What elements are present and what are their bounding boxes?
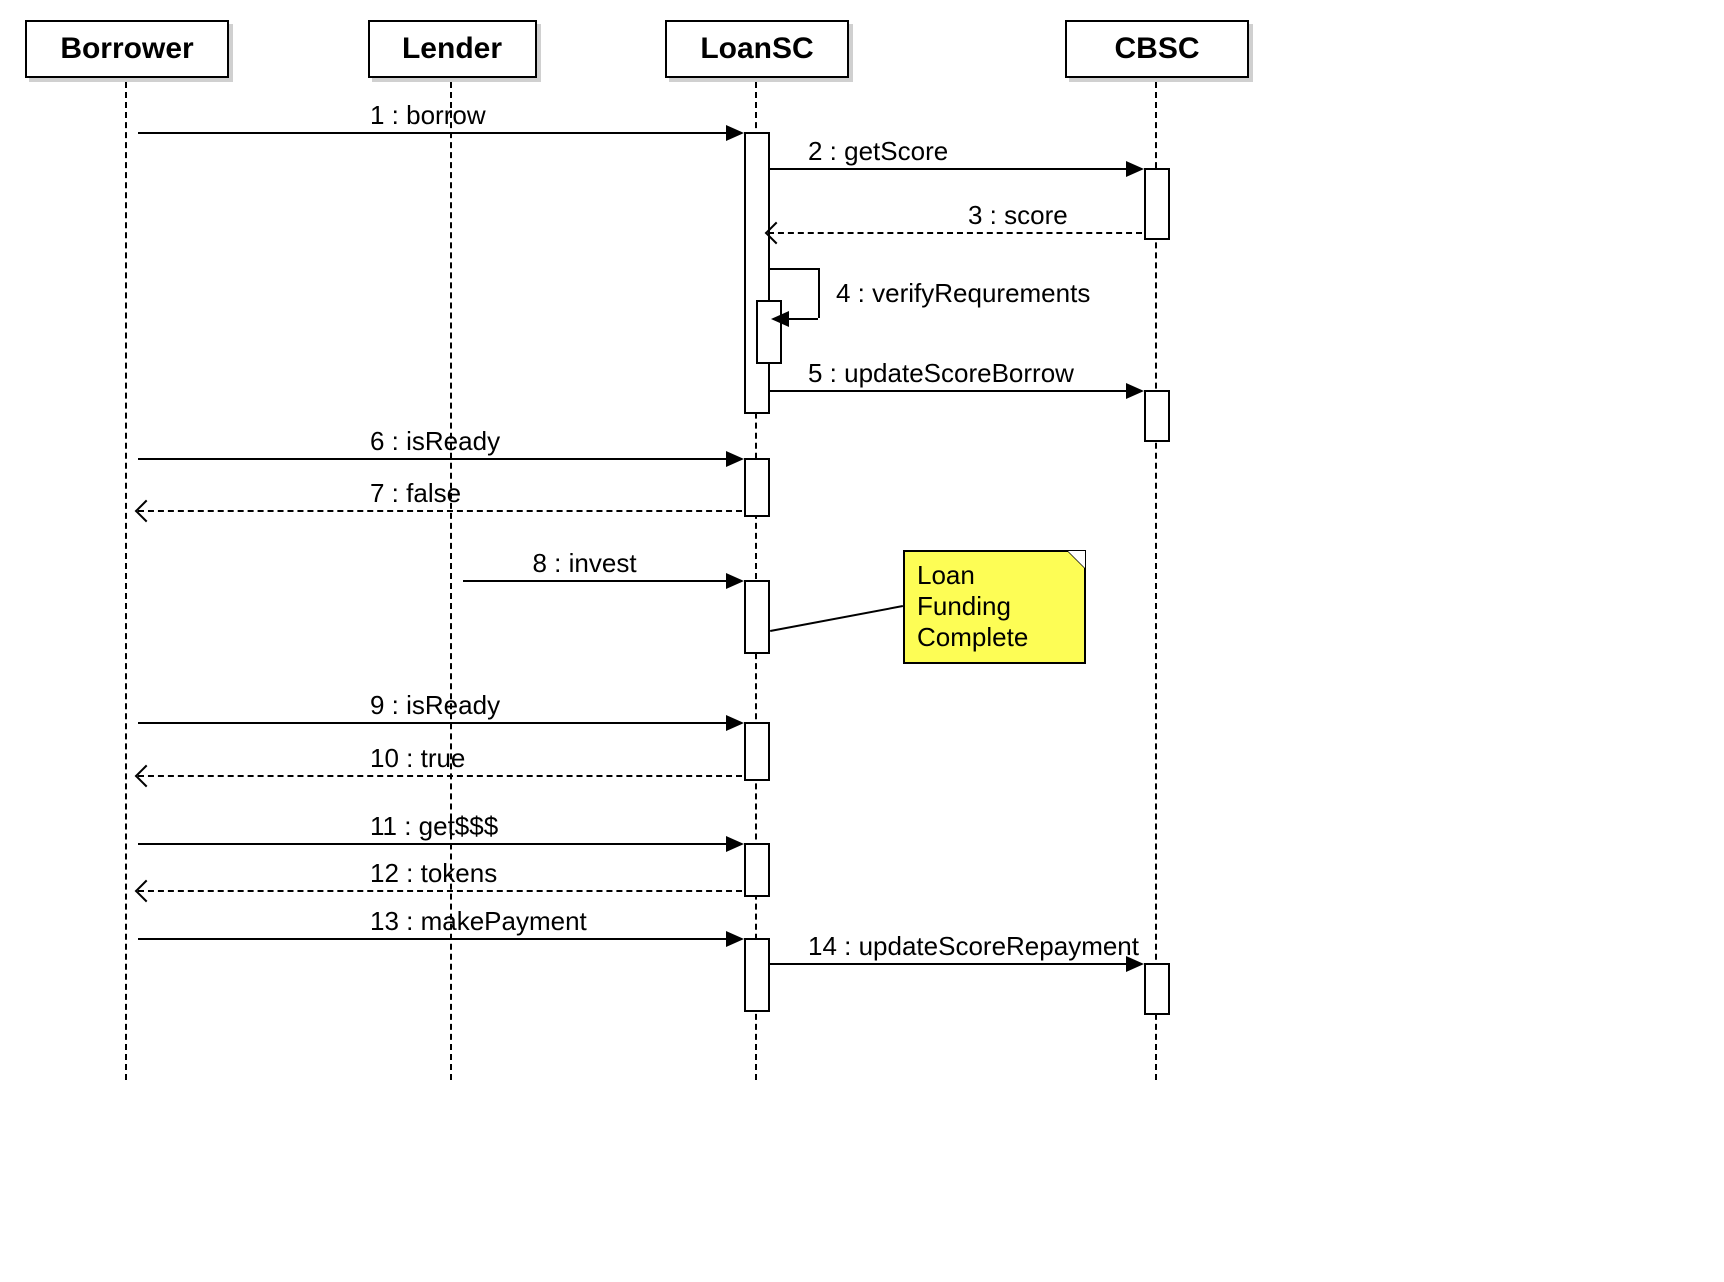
msg-head-8 — [726, 573, 744, 589]
msg-line-14 — [768, 963, 1142, 965]
activation-loansc-7 — [744, 843, 770, 897]
msg-line-8 — [463, 580, 742, 582]
msg-head-12 — [135, 880, 158, 903]
activation-loansc-1 — [756, 300, 782, 364]
msg-line-11 — [138, 843, 742, 845]
self-msg-vert-4 — [818, 268, 820, 318]
self-msg-head-4 — [771, 311, 789, 327]
activation-cbsc-2 — [1144, 168, 1170, 240]
msg-line-1 — [138, 132, 742, 134]
msg-label-6: 6 : isReady — [370, 426, 500, 457]
msg-head-9 — [726, 715, 744, 731]
msg-line-5 — [768, 390, 1142, 392]
msg-label-7: 7 : false — [370, 478, 461, 509]
participant-lender: Lender — [368, 20, 537, 78]
msg-label-1: 1 : borrow — [370, 100, 486, 131]
note-fold-inner-icon — [1068, 551, 1085, 568]
msg-line-10 — [138, 775, 742, 777]
msg-head-13 — [726, 931, 744, 947]
activation-loansc-0 — [744, 132, 770, 414]
msg-label-5: 5 : updateScoreBorrow — [808, 358, 1074, 389]
msg-line-9 — [138, 722, 742, 724]
activation-loansc-5 — [744, 580, 770, 654]
self-msg-top-4 — [768, 268, 818, 270]
msg-line-13 — [138, 938, 742, 940]
lifeline-borrower — [125, 82, 127, 1080]
activation-cbsc-9 — [1144, 963, 1170, 1015]
note-connector — [770, 605, 903, 632]
msg-head-1 — [726, 125, 744, 141]
msg-label-9: 9 : isReady — [370, 690, 500, 721]
msg-line-6 — [138, 458, 742, 460]
msg-label-2: 2 : getScore — [808, 136, 948, 167]
msg-line-3 — [768, 232, 1142, 234]
participant-cbsc: CBSC — [1065, 20, 1249, 78]
msg-label-13: 13 : makePayment — [370, 906, 587, 937]
msg-label-12: 12 : tokens — [370, 858, 497, 889]
msg-line-12 — [138, 890, 742, 892]
msg-head-2 — [1126, 161, 1144, 177]
msg-label-14: 14 : updateScoreRepayment — [808, 931, 1139, 962]
msg-line-7 — [138, 510, 742, 512]
activation-loansc-8 — [744, 938, 770, 1012]
activation-loansc-4 — [744, 458, 770, 517]
msg-head-7 — [135, 500, 158, 523]
msg-label-8: 8 : invest — [533, 548, 637, 579]
sequence-diagram: Borrower Lender LoanSC CBSC 1 : borrow 2 : ge… — [20, 20, 1704, 1262]
msg-head-10 — [135, 765, 158, 788]
msg-label-10: 10 : true — [370, 743, 465, 774]
msg-head-6 — [726, 451, 744, 467]
msg-label-4: 4 : verifyRequrements — [836, 278, 1090, 309]
msg-line-2 — [768, 168, 1142, 170]
note-text: Loan Funding Complete — [917, 560, 1028, 652]
msg-label-3: 3 : score — [968, 200, 1068, 231]
activation-cbsc-3 — [1144, 390, 1170, 442]
msg-label-11: 11 : get$$$ — [370, 811, 498, 842]
msg-head-5 — [1126, 383, 1144, 399]
participant-borrower: Borrower — [25, 20, 229, 78]
note-loan-funding: Loan Funding Complete — [903, 550, 1086, 664]
activation-loansc-6 — [744, 722, 770, 781]
participant-loansc: LoanSC — [665, 20, 849, 78]
msg-head-11 — [726, 836, 744, 852]
